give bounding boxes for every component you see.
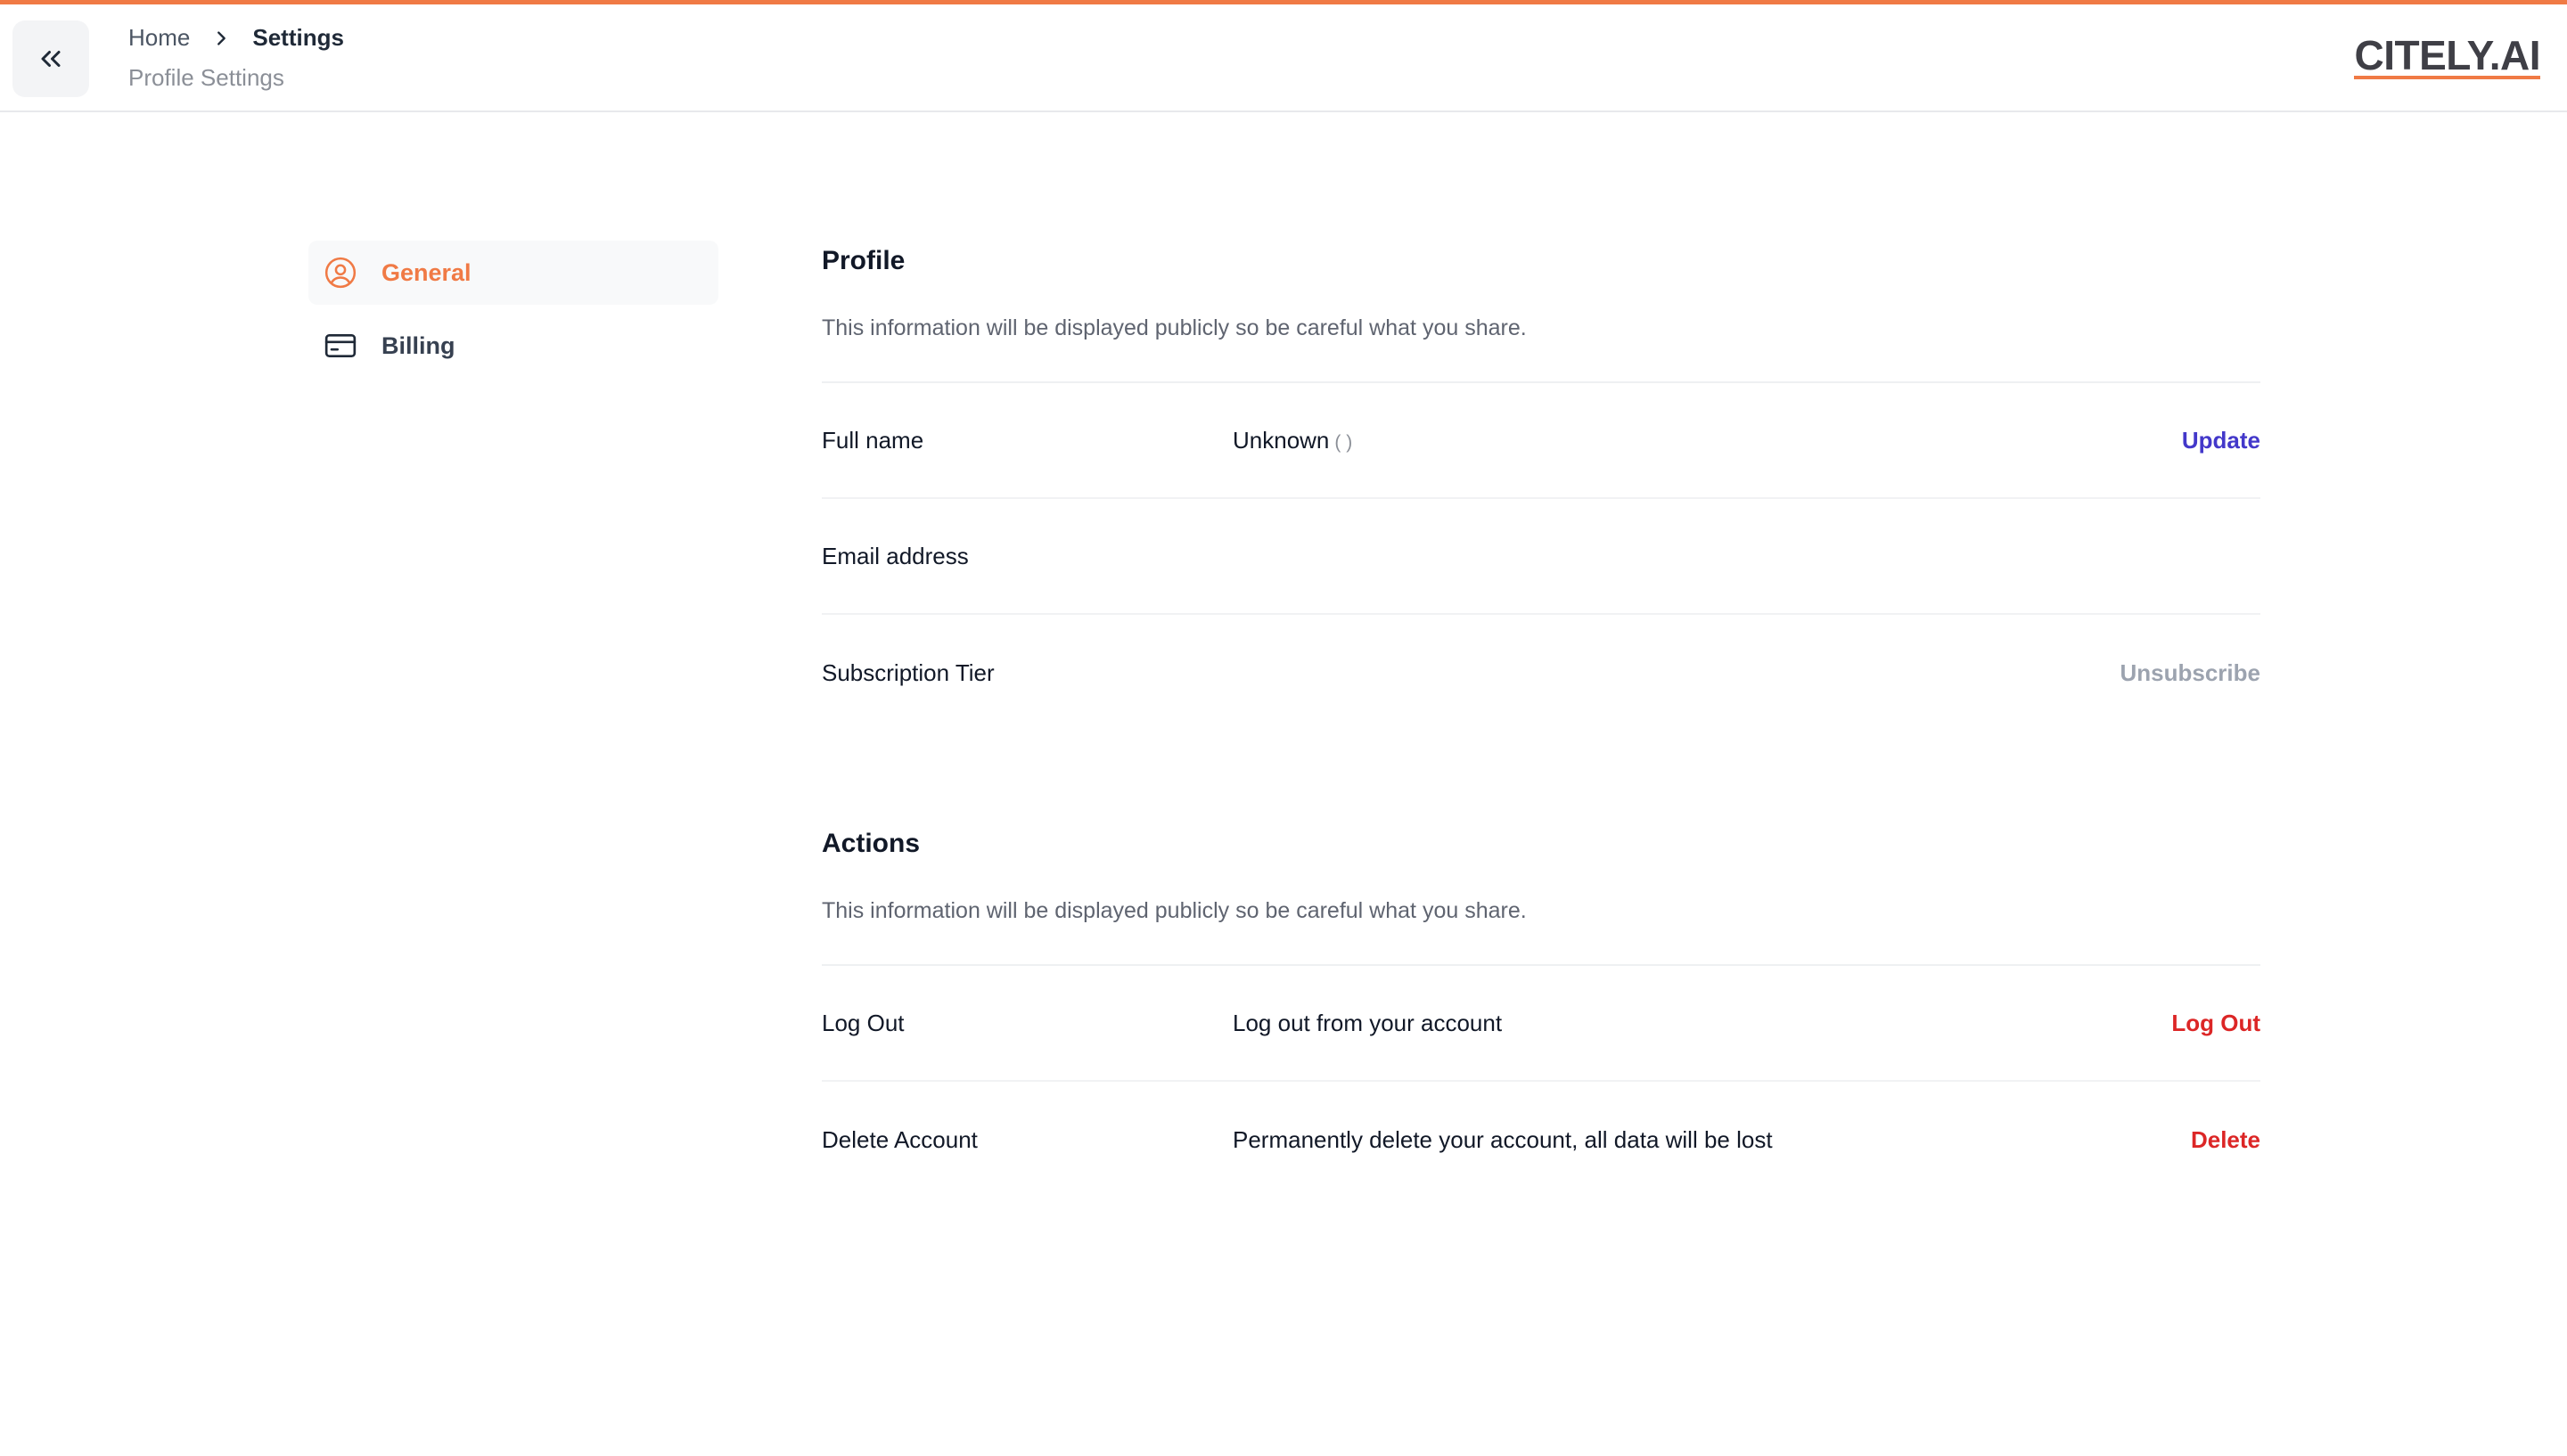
field-label: Subscription Tier	[822, 658, 995, 686]
chevron-right-icon	[211, 29, 231, 48]
sidebar-item-general[interactable]: General	[308, 241, 718, 305]
field-label: Email address	[822, 542, 969, 569]
sidebar-item-label: General	[381, 258, 472, 286]
breadcrumb-home-link[interactable]: Home	[128, 24, 190, 52]
divider	[822, 342, 2260, 383]
field-value: Permanently delete your account, all dat…	[1233, 1125, 1773, 1153]
breadcrumb-current[interactable]: Settings	[252, 24, 344, 52]
profile-row-subscription: Subscription Tier Unsubscribe	[822, 615, 2260, 731]
top-bar: Home Settings Profile Settings CITELY.AI	[0, 0, 2567, 112]
profile-row-email: Email address	[822, 499, 2260, 615]
field-label: Log Out	[822, 1009, 905, 1036]
profile-section: Profile This information will be display…	[822, 241, 2260, 731]
section-description: This information will be displayed publi…	[822, 315, 1527, 340]
section-title: Profile	[822, 246, 906, 275]
collapse-back-button[interactable]	[12, 20, 89, 97]
full-name-value: Unknown	[1233, 426, 1330, 454]
user-circle-icon	[323, 255, 358, 290]
double-chevron-left-icon	[41, 51, 61, 67]
section-title: Actions	[822, 829, 921, 858]
field-value: Log out from your account	[1233, 1009, 1503, 1036]
section-description: This information will be displayed publi…	[822, 898, 1527, 923]
sidebar-item-label: Billing	[381, 331, 455, 359]
actions-row-delete-account: Delete Account Permanently delete your a…	[822, 1082, 2260, 1198]
settings-main: Profile This information will be display…	[822, 241, 2260, 1198]
full-name-extra: ( )	[1334, 431, 1353, 453]
profile-row-full-name: Full name Unknown( ) Update	[822, 383, 2260, 499]
page-subtitle: Profile Settings	[128, 64, 284, 91]
actions-section: Actions This information will be display…	[822, 823, 2260, 1198]
brand-logo[interactable]: CITELY.AI	[2354, 35, 2540, 79]
credit-card-icon	[323, 328, 358, 364]
divider	[822, 925, 2260, 966]
breadcrumb: Home Settings	[128, 24, 344, 52]
field-value: Unknown( )	[1233, 427, 2182, 454]
settings-sidebar: General Billing	[308, 241, 718, 387]
sidebar-item-billing[interactable]: Billing	[308, 314, 718, 378]
field-label: Delete Account	[822, 1125, 978, 1153]
field-label: Full name	[822, 426, 924, 454]
update-button[interactable]: Update	[2182, 427, 2260, 454]
log-out-button[interactable]: Log Out	[2171, 1010, 2260, 1037]
actions-row-log-out: Log Out Log out from your account Log Ou…	[822, 966, 2260, 1082]
unsubscribe-button[interactable]: Unsubscribe	[2120, 659, 2261, 687]
delete-account-button[interactable]: Delete	[2191, 1126, 2260, 1154]
